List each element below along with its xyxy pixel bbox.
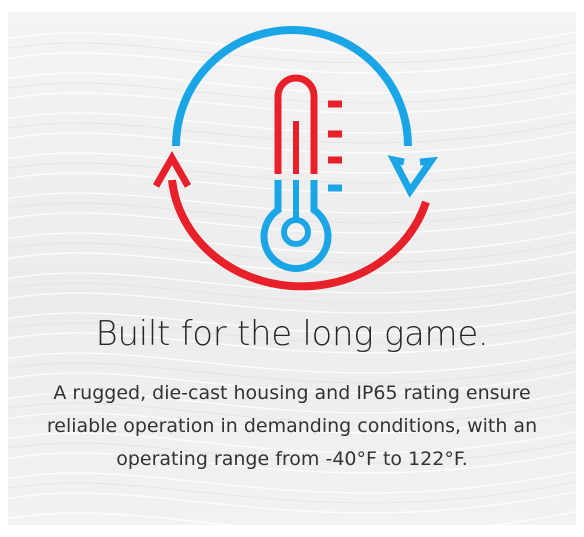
cold-arrowhead-icon (387, 155, 438, 198)
frame-edge-right (576, 0, 584, 537)
body-text: A rugged, die-cast housing and IP65 rati… (46, 382, 538, 470)
thermometer-bulb (281, 217, 311, 247)
headline: Built for the long game. (95, 314, 489, 354)
feature-card: Built for the long game. A rugged, die-c… (0, 0, 584, 537)
frame-edge-bottom (0, 525, 584, 537)
thermometer-cycle-icon (152, 26, 438, 291)
frame-edge-left (0, 0, 8, 537)
frame-edge-top (0, 0, 584, 12)
cold-arc (172, 26, 412, 147)
